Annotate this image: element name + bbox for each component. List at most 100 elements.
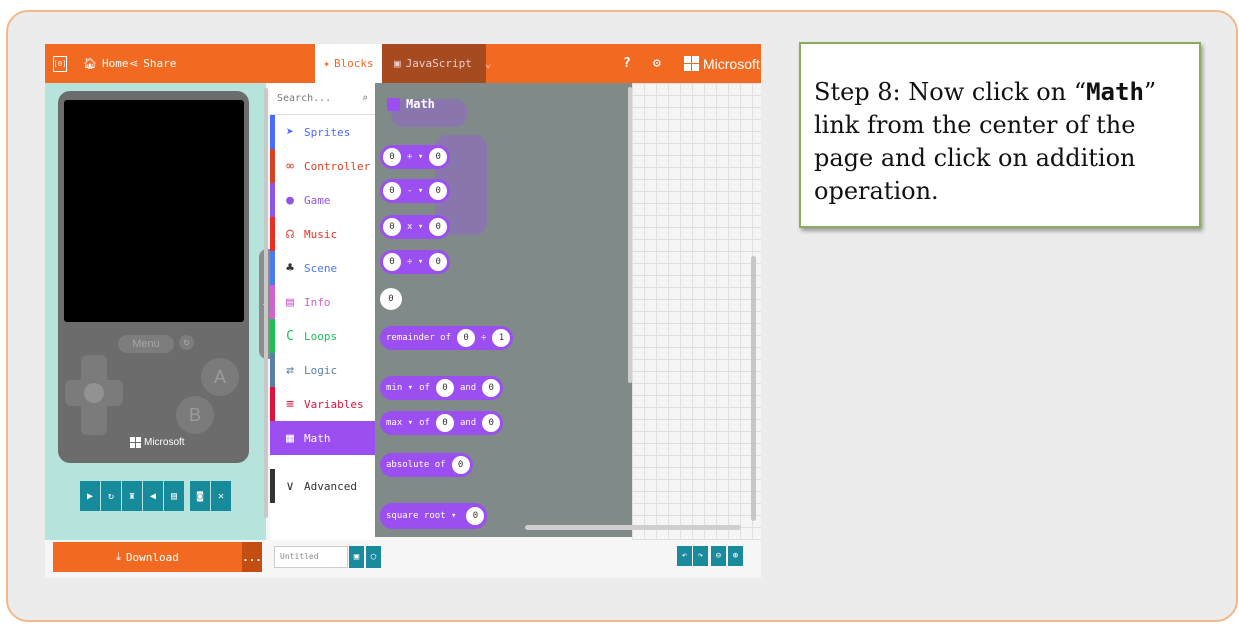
operator-dropdown[interactable]: ÷ ▾ [407,257,423,267]
operand-a[interactable]: 0 [383,218,401,236]
operator-dropdown[interactable]: - ▾ [407,186,423,196]
zoom-out-icon[interactable]: ⊖ [711,546,726,566]
microsoft-logo-icon [130,437,141,448]
restart-icon[interactable]: ↻ [101,481,121,511]
b-button[interactable]: B [176,396,214,434]
add-block[interactable]: 0 + ▾ 0 [380,145,451,169]
tree-icon: ♣ [286,260,294,276]
square-root-block[interactable]: square root ▾ 0 [380,503,488,529]
share-label: Share [143,57,177,70]
dpad[interactable] [65,355,123,435]
absolute-block[interactable]: absolute of 0 [380,453,473,477]
category-variables[interactable]: ≡ Variables [270,387,375,421]
logo[interactable]: [0] [53,44,67,83]
category-toolbox: Search... ⌕ ➤ Sprites ∞ Controller ● Game ☊ M… [270,83,375,540]
operand-a[interactable]: 0 [435,379,454,397]
undo-icon[interactable]: ↶ [677,546,692,566]
operand-a[interactable]: 0 [383,253,401,271]
category-info[interactable]: ▤ Info [270,285,375,319]
category-label: Game [304,193,331,207]
operand-a[interactable]: 0 [383,182,401,200]
divide-block[interactable]: 0 ÷ ▾ 0 [380,250,451,274]
max-block[interactable]: max ▾ of 0 and 0 [380,411,504,435]
gear-icon[interactable]: ⚙ [653,44,661,83]
workspace-horizontal-scrollbar[interactable] [525,525,741,530]
max-dropdown[interactable]: max ▾ [386,418,413,428]
operand-a[interactable]: 0 [466,507,485,525]
zoom-in-icon[interactable]: ⊕ [728,546,743,566]
subtract-block[interactable]: 0 - ▾ 0 [380,179,451,203]
tab-javascript[interactable]: ▣ JavaScript ⌄ [382,44,491,83]
category-label: Music [304,227,338,241]
workspace-vertical-scrollbar[interactable] [751,256,756,521]
menu-button[interactable]: Menu [118,335,174,353]
category-sprites[interactable]: ➤ Sprites [270,115,375,149]
home-button[interactable]: 🏠︎ Home [83,44,128,83]
help-icon[interactable]: ? [623,44,631,83]
category-loops[interactable]: C Loops [270,319,375,353]
share-button[interactable]: ⋖ Share [129,44,176,83]
reset-icon[interactable]: ↻ [179,335,194,350]
function-dropdown[interactable]: square root ▾ [386,511,456,521]
js-icon: ▣ [394,57,401,70]
operand-b[interactable]: 0 [429,148,448,166]
number-block[interactable]: 0 [380,288,402,310]
category-label: Loops [304,329,338,343]
category-controller[interactable]: ∞ Controller [270,149,375,183]
category-scene[interactable]: ♣ Scene [270,251,375,285]
redo-icon[interactable]: ↷ [693,546,708,566]
category-logic[interactable]: ⇄ Logic [270,353,375,387]
project-name-input[interactable]: Untitled [274,546,348,568]
operand-b[interactable]: 1 [492,329,511,347]
play-icon[interactable]: ▶ [80,481,100,511]
sound-icon[interactable]: ◀︎ [143,481,163,511]
operand-b[interactable]: 0 [482,379,501,397]
remainder-label: remainder of [386,333,452,343]
category-music[interactable]: ☊ Music [270,217,375,251]
category-label: Logic [304,363,338,377]
min-dropdown[interactable]: min ▾ [386,383,413,393]
tab-blocks[interactable]: ✦ Blocks [315,44,382,83]
multiply-block[interactable]: 0 x ▾ 0 [380,215,451,239]
gamepad-icon: ∞ [286,158,294,174]
console-brand-label: Microsoft [144,437,185,448]
category-advanced[interactable]: ∨ Advanced [270,469,375,503]
keyboard-icon[interactable]: ▤ [164,481,184,511]
simulator-panel: Menu ↻ A B Microsoft ▶ ↻ ♜ ◀︎ ▤ ◙ ✕ [45,83,266,540]
simulator-toolbar: ▶ ↻ ♜ ◀︎ ▤ ◙ ✕ [80,481,231,511]
a-button[interactable]: A [201,358,239,396]
github-icon[interactable]: ◯ [366,546,381,568]
flyout-scrollbar[interactable] [628,87,632,383]
bottom-bar: Untitled ▣ ◯ ↶ ↷ ⊖ ⊕ [270,540,761,578]
simulator-scrollbar[interactable] [264,88,268,518]
operand-a[interactable]: 0 [383,148,401,166]
operand-a[interactable]: 0 [457,329,476,347]
operand-b[interactable]: 0 [482,414,501,432]
operand-a[interactable]: 0 [435,414,454,432]
circle-icon: ● [286,192,294,208]
slowmo-icon[interactable]: ♜ [122,481,142,511]
download-button[interactable]: ⤓ Download [53,542,242,572]
operand-a[interactable]: 0 [451,456,470,474]
share-icon: ⋖ [129,57,139,70]
more-button[interactable]: ... [242,542,262,572]
game-screen [64,100,244,322]
remainder-block[interactable]: remainder of 0 ÷ 1 [380,326,514,350]
save-icon[interactable]: ▣ [349,546,364,568]
operator-dropdown[interactable]: x ▾ [407,222,423,232]
min-block[interactable]: min ▾ of 0 and 0 [380,376,504,400]
search-box[interactable]: Search... ⌕ [270,83,375,115]
microsoft-brand: Microsoft [684,44,760,83]
operator-dropdown[interactable]: + ▾ [407,152,423,162]
fullscreen-icon[interactable]: ✕ [211,481,231,511]
category-math[interactable]: ▦ Math [270,421,375,455]
operand-b[interactable]: 0 [429,182,448,200]
category-game[interactable]: ● Game [270,183,375,217]
operand-b[interactable]: 0 [429,253,448,271]
paper-plane-icon: ➤ [286,124,294,140]
search-input[interactable]: Search... [277,93,331,104]
workspace-canvas[interactable] [632,83,761,578]
operand-b[interactable]: 0 [429,218,448,236]
calculator-icon: ▦ [286,430,294,446]
screenshot-icon[interactable]: ◙ [190,481,210,511]
